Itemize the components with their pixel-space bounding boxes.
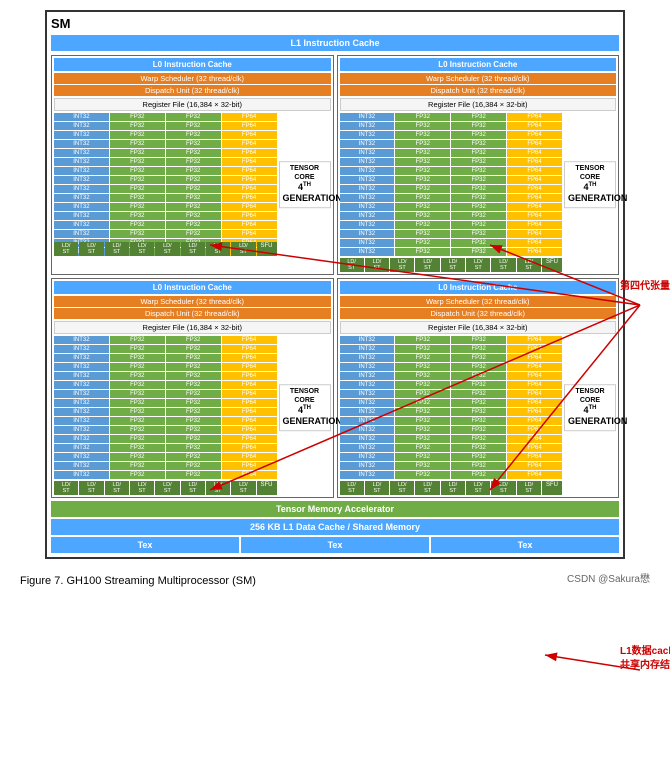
- l1-data-cache-bar: 256 KB L1 Data Cache / Shared Memory: [51, 519, 619, 535]
- core-row: INT32FP32FP32FP64: [54, 221, 277, 229]
- figure-footer: Figure 7. GH100 Streaming Multiprocessor…: [10, 567, 660, 587]
- tensor-label-tr: TENSOR CORE 4TH GENERATION: [564, 161, 616, 209]
- dispatch-unit-br: Dispatch Unit (32 thread/clk): [340, 308, 617, 319]
- tensor-label-br: TENSOR CORE 4TH GENERATION: [564, 384, 616, 432]
- quad-bottom-right: L0 Instruction Cache Warp Scheduler (32 …: [337, 278, 620, 498]
- quad-bottom-left: L0 Instruction Cache Warp Scheduler (32 …: [51, 278, 334, 498]
- warp-scheduler-tl: Warp Scheduler (32 thread/clk): [54, 73, 331, 84]
- core-row: INT32FP32FP32FP64: [54, 149, 277, 157]
- l1-instruction-cache-top: L1 Instruction Cache: [51, 35, 619, 51]
- sm-title: SM: [51, 16, 619, 31]
- dispatch-unit-bl: Dispatch Unit (32 thread/clk): [54, 308, 331, 319]
- tensor-label-tl: TENSOR CORE 4TH GENERATION: [279, 161, 331, 209]
- warp-scheduler-tr: Warp Scheduler (32 thread/clk): [340, 73, 617, 84]
- core-row: INT32FP32FP32FP64: [54, 158, 277, 166]
- tex-row: Tex Tex Tex: [51, 537, 619, 553]
- core-row: INT32FP32FP32FP64: [54, 131, 277, 139]
- core-area-tr: INT32FP32FP32FP64 INT32FP32FP32FP64 INT3…: [340, 113, 617, 256]
- l0-cache-tr: L0 Instruction Cache: [340, 58, 617, 71]
- warp-scheduler-br: Warp Scheduler (32 thread/clk): [340, 296, 617, 307]
- dispatch-unit-tl: Dispatch Unit (32 thread/clk): [54, 85, 331, 96]
- core-row: INT32FP32FP32FP64: [54, 203, 277, 211]
- core-row: INT32FP32FP32FP64: [54, 212, 277, 220]
- core-row: INT32FP32FP32FP64: [54, 194, 277, 202]
- l0-cache-bl: L0 Instruction Cache: [54, 281, 331, 294]
- page: SM L1 Instruction Cache L0 Instruction C…: [0, 0, 670, 760]
- diagram-wrapper: SM L1 Instruction Cache L0 Instruction C…: [45, 10, 625, 559]
- tex-cell-3: Tex: [431, 537, 619, 553]
- tex-cell-1: Tex: [51, 537, 239, 553]
- core-area-br: INT32FP32FP32FP64 INT32FP32FP32FP64 INT3…: [340, 336, 617, 479]
- sm-container: SM L1 Instruction Cache L0 Instruction C…: [45, 10, 625, 559]
- core-row: INT32FP32FP32FP64: [54, 185, 277, 193]
- quad-top-right: L0 Instruction Cache Warp Scheduler (32 …: [337, 55, 620, 275]
- warp-scheduler-bl: Warp Scheduler (32 thread/clk): [54, 296, 331, 307]
- quad-grid: L0 Instruction Cache Warp Scheduler (32 …: [51, 55, 619, 498]
- core-area-tl: INT32FP32FP32FP64 INT32FP32FP32FP64 INT3…: [54, 113, 331, 256]
- int-fp-bl: INT32FP32FP32FP64 INT32FP32FP32FP64 INT3…: [54, 336, 277, 479]
- l0-cache-br: L0 Instruction Cache: [340, 281, 617, 294]
- int-fp-tl: INT32FP32FP32FP64 INT32FP32FP32FP64 INT3…: [54, 113, 277, 256]
- reg-file-bl: Register File (16,384 × 32-bit): [54, 321, 331, 334]
- core-row: INT32FP32FP32FP64: [54, 176, 277, 184]
- csdn-credit: CSDN @Sakura懋: [567, 570, 650, 585]
- reg-file-tl: Register File (16,384 × 32-bit): [54, 98, 331, 111]
- int-fp-br: INT32FP32FP32FP64 INT32FP32FP32FP64 INT3…: [340, 336, 563, 479]
- tensor-label-bl: TENSOR CORE 4TH GENERATION: [279, 384, 331, 432]
- dispatch-unit-tr: Dispatch Unit (32 thread/clk): [340, 85, 617, 96]
- core-row: INT32FP32FP32FP64: [54, 140, 277, 148]
- l0-cache-tl: L0 Instruction Cache: [54, 58, 331, 71]
- annotation-l1-cache: L1数据cache与共享内存结合: [620, 645, 670, 673]
- annotation-tensor-core: 第四代张量核心: [620, 280, 670, 294]
- core-row: INT32FP32FP32FP64: [54, 230, 277, 238]
- figure-caption: Figure 7. GH100 Streaming Multiprocessor…: [20, 575, 256, 587]
- core-row: INT32FP32FP32FP64: [54, 113, 277, 121]
- quad-top-left: L0 Instruction Cache Warp Scheduler (32 …: [51, 55, 334, 275]
- reg-file-tr: Register File (16,384 × 32-bit): [340, 98, 617, 111]
- core-row: INT32FP32FP32FP64: [54, 122, 277, 130]
- reg-file-br: Register File (16,384 × 32-bit): [340, 321, 617, 334]
- core-area-bl: INT32FP32FP32FP64 INT32FP32FP32FP64 INT3…: [54, 336, 331, 479]
- core-row: INT32FP32FP32FP64: [54, 167, 277, 175]
- int-fp-tr: INT32FP32FP32FP64 INT32FP32FP32FP64 INT3…: [340, 113, 563, 256]
- tensor-memory-bar: Tensor Memory Accelerator: [51, 501, 619, 517]
- ld-st-area-tl: LD/ST LD/ST LD/ST LD/ST LD/ST LD/ST LD/S…: [54, 240, 277, 256]
- tex-cell-2: Tex: [241, 537, 429, 553]
